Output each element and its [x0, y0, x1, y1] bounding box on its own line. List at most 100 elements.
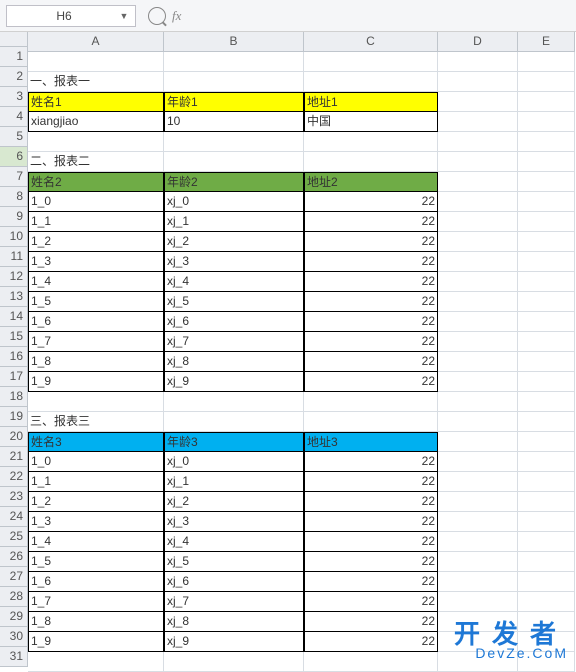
cell-C20[interactable]: 地址3 [304, 432, 438, 452]
cell-A14[interactable]: 1_6 [28, 312, 164, 332]
cell-B11[interactable]: xj_3 [164, 252, 304, 272]
cell-D25[interactable] [438, 532, 518, 552]
cell-C17[interactable]: 22 [304, 372, 438, 392]
cell-E16[interactable] [518, 352, 575, 372]
cell-B23[interactable]: xj_2 [164, 492, 304, 512]
cell-A28[interactable]: 1_7 [28, 592, 164, 612]
column-header-E[interactable]: E [518, 32, 575, 52]
cell-A2[interactable]: 一、报表一 [28, 72, 164, 92]
cell-D18[interactable] [438, 392, 518, 412]
cell-B28[interactable]: xj_7 [164, 592, 304, 612]
cell-D9[interactable] [438, 212, 518, 232]
row-header-13[interactable]: 13 [0, 287, 28, 307]
cell-C25[interactable]: 22 [304, 532, 438, 552]
row-header-9[interactable]: 9 [0, 207, 28, 227]
cell-B18[interactable] [164, 392, 304, 412]
row-header-21[interactable]: 21 [0, 447, 28, 467]
cell-D16[interactable] [438, 352, 518, 372]
row-header-20[interactable]: 20 [0, 427, 28, 447]
cell-D19[interactable] [438, 412, 518, 432]
fx-label[interactable]: fx [172, 8, 181, 24]
cell-B29[interactable]: xj_8 [164, 612, 304, 632]
cell-C30[interactable]: 22 [304, 632, 438, 652]
cell-A27[interactable]: 1_6 [28, 572, 164, 592]
spreadsheet-grid[interactable]: 1234567891011121314151617181920212223242… [0, 32, 576, 667]
cell-C31[interactable] [304, 652, 438, 672]
cell-A16[interactable]: 1_8 [28, 352, 164, 372]
cell-B15[interactable]: xj_7 [164, 332, 304, 352]
cell-D31[interactable] [438, 652, 518, 672]
row-header-12[interactable]: 12 [0, 267, 28, 287]
cell-A7[interactable]: 姓名2 [28, 172, 164, 192]
cell-A8[interactable]: 1_0 [28, 192, 164, 212]
cell-A31[interactable] [28, 652, 164, 672]
cell-E31[interactable] [518, 652, 575, 672]
cell-E11[interactable] [518, 252, 575, 272]
cell-B20[interactable]: 年龄3 [164, 432, 304, 452]
cell-C7[interactable]: 地址2 [304, 172, 438, 192]
cell-D17[interactable] [438, 372, 518, 392]
cell-D30[interactable] [438, 632, 518, 652]
cell-A19[interactable]: 三、报表三 [28, 412, 164, 432]
column-header-B[interactable]: B [164, 32, 304, 52]
cell-B9[interactable]: xj_1 [164, 212, 304, 232]
row-header-27[interactable]: 27 [0, 567, 28, 587]
row-header-17[interactable]: 17 [0, 367, 28, 387]
cell-A3[interactable]: 姓名1 [28, 92, 164, 112]
cell-A4[interactable]: xiangjiao [28, 112, 164, 132]
cell-B24[interactable]: xj_3 [164, 512, 304, 532]
cell-B19[interactable] [164, 412, 304, 432]
cell-A13[interactable]: 1_5 [28, 292, 164, 312]
column-header-D[interactable]: D [438, 32, 518, 52]
row-header-29[interactable]: 29 [0, 607, 28, 627]
cell-C18[interactable] [304, 392, 438, 412]
row-header-3[interactable]: 3 [0, 87, 28, 107]
cell-E29[interactable] [518, 612, 575, 632]
cell-D6[interactable] [438, 152, 518, 172]
cell-C4[interactable]: 中国 [304, 112, 438, 132]
cell-E13[interactable] [518, 292, 575, 312]
cell-C12[interactable]: 22 [304, 272, 438, 292]
cell-A5[interactable] [28, 132, 164, 152]
cell-C13[interactable]: 22 [304, 292, 438, 312]
cell-D4[interactable] [438, 112, 518, 132]
cell-C6[interactable] [304, 152, 438, 172]
cell-B27[interactable]: xj_6 [164, 572, 304, 592]
cell-B10[interactable]: xj_2 [164, 232, 304, 252]
cell-E2[interactable] [518, 72, 575, 92]
row-header-16[interactable]: 16 [0, 347, 28, 367]
cell-E26[interactable] [518, 552, 575, 572]
cell-A29[interactable]: 1_8 [28, 612, 164, 632]
cell-B17[interactable]: xj_9 [164, 372, 304, 392]
cell-E17[interactable] [518, 372, 575, 392]
cell-B16[interactable]: xj_8 [164, 352, 304, 372]
cell-A25[interactable]: 1_4 [28, 532, 164, 552]
cell-A6[interactable]: 二、报表二 [28, 152, 164, 172]
cell-C24[interactable]: 22 [304, 512, 438, 532]
cell-A22[interactable]: 1_1 [28, 472, 164, 492]
row-header-2[interactable]: 2 [0, 67, 28, 87]
cell-E8[interactable] [518, 192, 575, 212]
row-header-5[interactable]: 5 [0, 127, 28, 147]
row-header-18[interactable]: 18 [0, 387, 28, 407]
cell-D27[interactable] [438, 572, 518, 592]
cell-D29[interactable] [438, 612, 518, 632]
cell-E28[interactable] [518, 592, 575, 612]
cell-E19[interactable] [518, 412, 575, 432]
cell-C3[interactable]: 地址1 [304, 92, 438, 112]
cell-A18[interactable] [28, 392, 164, 412]
row-header-24[interactable]: 24 [0, 507, 28, 527]
cell-C28[interactable]: 22 [304, 592, 438, 612]
cell-D21[interactable] [438, 452, 518, 472]
cell-C14[interactable]: 22 [304, 312, 438, 332]
cell-B22[interactable]: xj_1 [164, 472, 304, 492]
cell-D3[interactable] [438, 92, 518, 112]
cell-B12[interactable]: xj_4 [164, 272, 304, 292]
cell-B13[interactable]: xj_5 [164, 292, 304, 312]
cell-A26[interactable]: 1_5 [28, 552, 164, 572]
cell-D12[interactable] [438, 272, 518, 292]
cell-B2[interactable] [164, 72, 304, 92]
cell-D14[interactable] [438, 312, 518, 332]
cell-A20[interactable]: 姓名3 [28, 432, 164, 452]
cell-D23[interactable] [438, 492, 518, 512]
